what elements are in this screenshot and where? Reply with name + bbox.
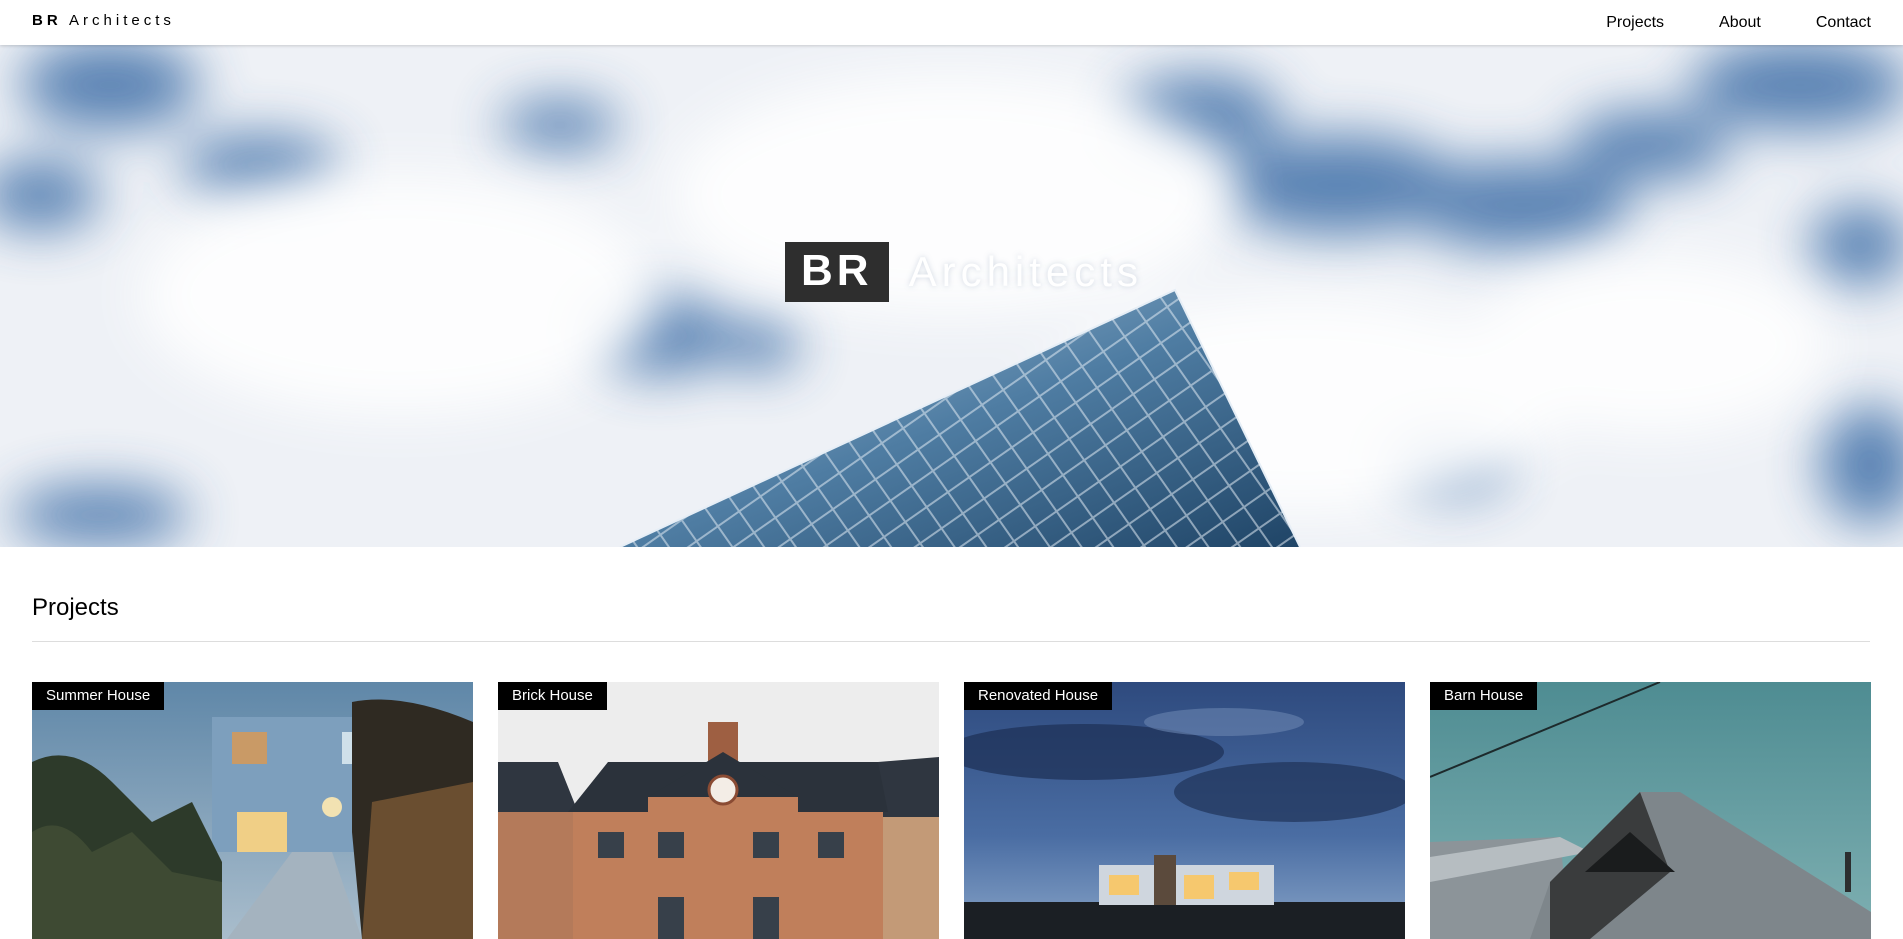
projects-heading: Projects bbox=[32, 594, 119, 621]
brand-name: Architects bbox=[69, 12, 175, 29]
brick-house-image bbox=[498, 682, 939, 939]
project-card-brick-house[interactable]: Brick House bbox=[498, 682, 939, 939]
project-card-renovated-house[interactable]: Renovated House bbox=[964, 682, 1405, 939]
section-divider bbox=[32, 641, 1870, 642]
nav-link-about[interactable]: About bbox=[1719, 0, 1761, 45]
project-card-label: Renovated House bbox=[964, 682, 1113, 710]
project-card-label: Brick House bbox=[498, 682, 607, 710]
nav-link-projects[interactable]: Projects bbox=[1606, 0, 1664, 45]
hero-title-name: Architects bbox=[908, 248, 1143, 295]
projects-grid: Summer House Brick House Renovated House… bbox=[32, 682, 1871, 939]
project-card-label: Barn House bbox=[1430, 682, 1538, 710]
project-card-label: Summer House bbox=[32, 682, 165, 710]
brand-initials: BR bbox=[32, 12, 62, 29]
barn-house-image bbox=[1430, 682, 1871, 939]
hero-title-initials: BR bbox=[785, 242, 889, 302]
brand-logo-link[interactable]: BR Architects bbox=[32, 13, 175, 29]
summer-house-image bbox=[32, 682, 473, 939]
hero-title: BR Architects bbox=[785, 242, 1143, 302]
nav-link-contact[interactable]: Contact bbox=[1816, 0, 1871, 45]
project-card-summer-house[interactable]: Summer House bbox=[32, 682, 473, 939]
hero-banner: BR Architects bbox=[0, 45, 1903, 547]
project-card-barn-house[interactable]: Barn House bbox=[1430, 682, 1871, 939]
main-nav: Projects About Contact bbox=[1551, 0, 1871, 45]
top-navigation-bar: BR Architects Projects About Contact bbox=[0, 0, 1903, 45]
renovated-house-image bbox=[964, 682, 1405, 939]
